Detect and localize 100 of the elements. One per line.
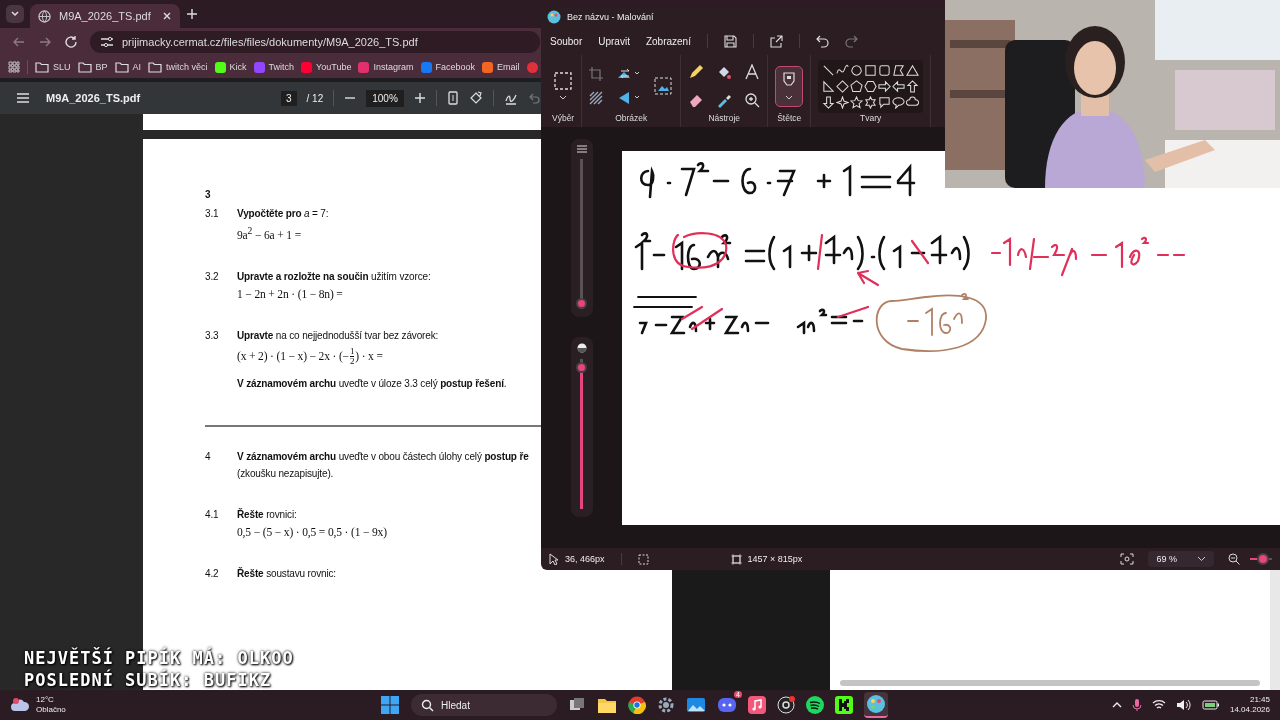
color-picker-icon[interactable]: [716, 92, 733, 108]
volume-icon[interactable]: [1175, 699, 1192, 711]
section-number: 3: [205, 189, 212, 200]
bookmark[interactable]: Instagram: [358, 61, 414, 73]
text-icon[interactable]: [744, 64, 761, 80]
slider-thumb[interactable]: [1257, 553, 1270, 565]
chevron-up-icon[interactable]: [1111, 700, 1122, 710]
music-player-icon[interactable]: [806, 696, 824, 714]
zoom-in-icon[interactable]: [413, 92, 426, 104]
fit-page-icon[interactable]: [446, 91, 459, 105]
menu-item[interactable]: Soubor: [550, 35, 583, 47]
magnifier-icon[interactable]: [744, 92, 761, 108]
right-triangle-icon[interactable]: [822, 79, 836, 93]
up-arrow-icon[interactable]: [906, 79, 920, 93]
folder-icon[interactable]: [597, 696, 617, 714]
canvas-size: 1457 × 815px: [747, 554, 803, 564]
browser-icon[interactable]: [628, 696, 646, 714]
star-icon[interactable]: [850, 95, 864, 109]
bookmark[interactable]: Kick: [214, 61, 247, 73]
address-bar[interactable]: prijimacky.cermat.cz/files/files/dokumenty/M9A_2026_TS.pdf: [90, 31, 540, 53]
bookmark[interactable]: BP: [77, 61, 108, 73]
clock-time[interactable]: 21:45: [1249, 694, 1270, 705]
rotate-icon[interactable]: [468, 91, 483, 105]
settings-icon[interactable]: [657, 696, 675, 714]
menu-item[interactable]: Zobrazení: [645, 35, 691, 47]
down-arrow-icon[interactable]: [822, 95, 836, 109]
triangle-icon[interactable]: [906, 63, 920, 77]
diamond-icon[interactable]: [836, 79, 850, 93]
bookmark[interactable]: Email: [482, 61, 520, 73]
browser-tab[interactable]: M9A_2026_TS.pdf: [30, 4, 180, 28]
resize-icon[interactable]: [617, 67, 642, 81]
vertical-scrollbar[interactable]: [1270, 570, 1280, 690]
battery-icon[interactable]: [1201, 699, 1220, 711]
wifi-icon[interactable]: [1151, 699, 1166, 711]
bookmark[interactable]: YouTube: [301, 61, 352, 73]
menu-icon[interactable]: [16, 92, 30, 104]
bookmark[interactable]: SLU: [35, 61, 71, 73]
bookmark[interactable]: AI: [114, 61, 142, 73]
music-icon[interactable]: [748, 696, 766, 714]
search-field[interactable]: Hledat: [411, 694, 557, 716]
zoom-dropdown[interactable]: 69 %: [1148, 551, 1214, 567]
polygon-icon[interactable]: [892, 63, 906, 77]
four-point-star-icon[interactable]: [836, 95, 850, 109]
tab-search-button[interactable]: [6, 5, 24, 23]
size-slider[interactable]: [570, 337, 593, 517]
fit-screen-icon[interactable]: [1120, 553, 1135, 565]
brush-button[interactable]: [775, 65, 804, 107]
forward-icon[interactable]: [38, 35, 52, 49]
slider-thumb[interactable]: [576, 361, 587, 373]
callout-icon[interactable]: [878, 95, 892, 109]
zoom-field[interactable]: 100%: [366, 89, 404, 107]
image-frame-icon[interactable]: [653, 76, 674, 96]
redo-icon[interactable]: [844, 34, 858, 48]
six-point-star-icon[interactable]: [864, 95, 878, 109]
streaming-app-icon[interactable]: [835, 696, 853, 714]
pentagon-icon[interactable]: [850, 79, 864, 93]
start-icon[interactable]: [380, 695, 400, 715]
line-icon[interactable]: [822, 63, 836, 77]
page-number-field[interactable]: 3: [281, 90, 297, 106]
record-icon[interactable]: [777, 696, 795, 714]
bookmark[interactable]: Facebook: [420, 61, 476, 73]
menu-item[interactable]: Upravit: [598, 35, 630, 47]
flip-icon[interactable]: [617, 91, 642, 105]
undo-icon[interactable]: [815, 34, 829, 48]
bookmark[interactable]: twitch věci: [148, 61, 208, 73]
rectangle-icon[interactable]: [864, 63, 878, 77]
hexagon-icon[interactable]: [864, 79, 878, 93]
microphone-icon[interactable]: [1131, 698, 1142, 712]
save-icon[interactable]: [723, 34, 737, 48]
right-arrow-icon[interactable]: [878, 79, 892, 93]
pencil-icon[interactable]: [688, 64, 705, 80]
math-expression: 1 − 2n + 2n · (1 − 8n) =: [237, 287, 344, 300]
size-slider[interactable]: [570, 139, 593, 317]
zoom-slider[interactable]: [1250, 553, 1272, 565]
palette-icon[interactable]: [866, 694, 886, 714]
share-icon[interactable]: [769, 34, 783, 48]
clock-date[interactable]: 14.04.2026: [1229, 705, 1270, 716]
reload-icon[interactable]: [64, 35, 78, 49]
chat-app-icon[interactable]: [717, 696, 737, 714]
left-arrow-icon[interactable]: [892, 79, 906, 93]
crop-icon[interactable]: [589, 67, 604, 81]
chevron-down-icon[interactable]: [559, 95, 568, 101]
zoom-out-icon[interactable]: [1228, 553, 1240, 565]
selection-icon[interactable]: [553, 71, 574, 91]
back-icon[interactable]: [12, 35, 26, 49]
drawing-canvas[interactable]: [622, 151, 1280, 525]
close-icon[interactable]: [162, 11, 172, 21]
pattern-icon[interactable]: [589, 91, 604, 105]
task-prompt: Upravte na co nejjednodušší tvar bez závorek:: [237, 329, 440, 341]
slider-thumb[interactable]: [576, 298, 587, 309]
instruction-text: V záznamovém archu uveďte v úloze 3.3 celý postup řešení.: [237, 377, 507, 389]
horizontal-scrollbar[interactable]: [840, 680, 1260, 686]
photos-icon[interactable]: [686, 696, 706, 714]
cloud-callout-icon[interactable]: [906, 95, 920, 109]
eraser-icon[interactable]: [688, 92, 705, 108]
new-tab-icon[interactable]: [186, 8, 198, 20]
bookmark[interactable]: Twitch: [253, 61, 295, 73]
apps-icon[interactable]: [8, 61, 20, 73]
oval-callout-icon[interactable]: [892, 95, 906, 109]
site-settings-icon[interactable]: [100, 36, 114, 48]
